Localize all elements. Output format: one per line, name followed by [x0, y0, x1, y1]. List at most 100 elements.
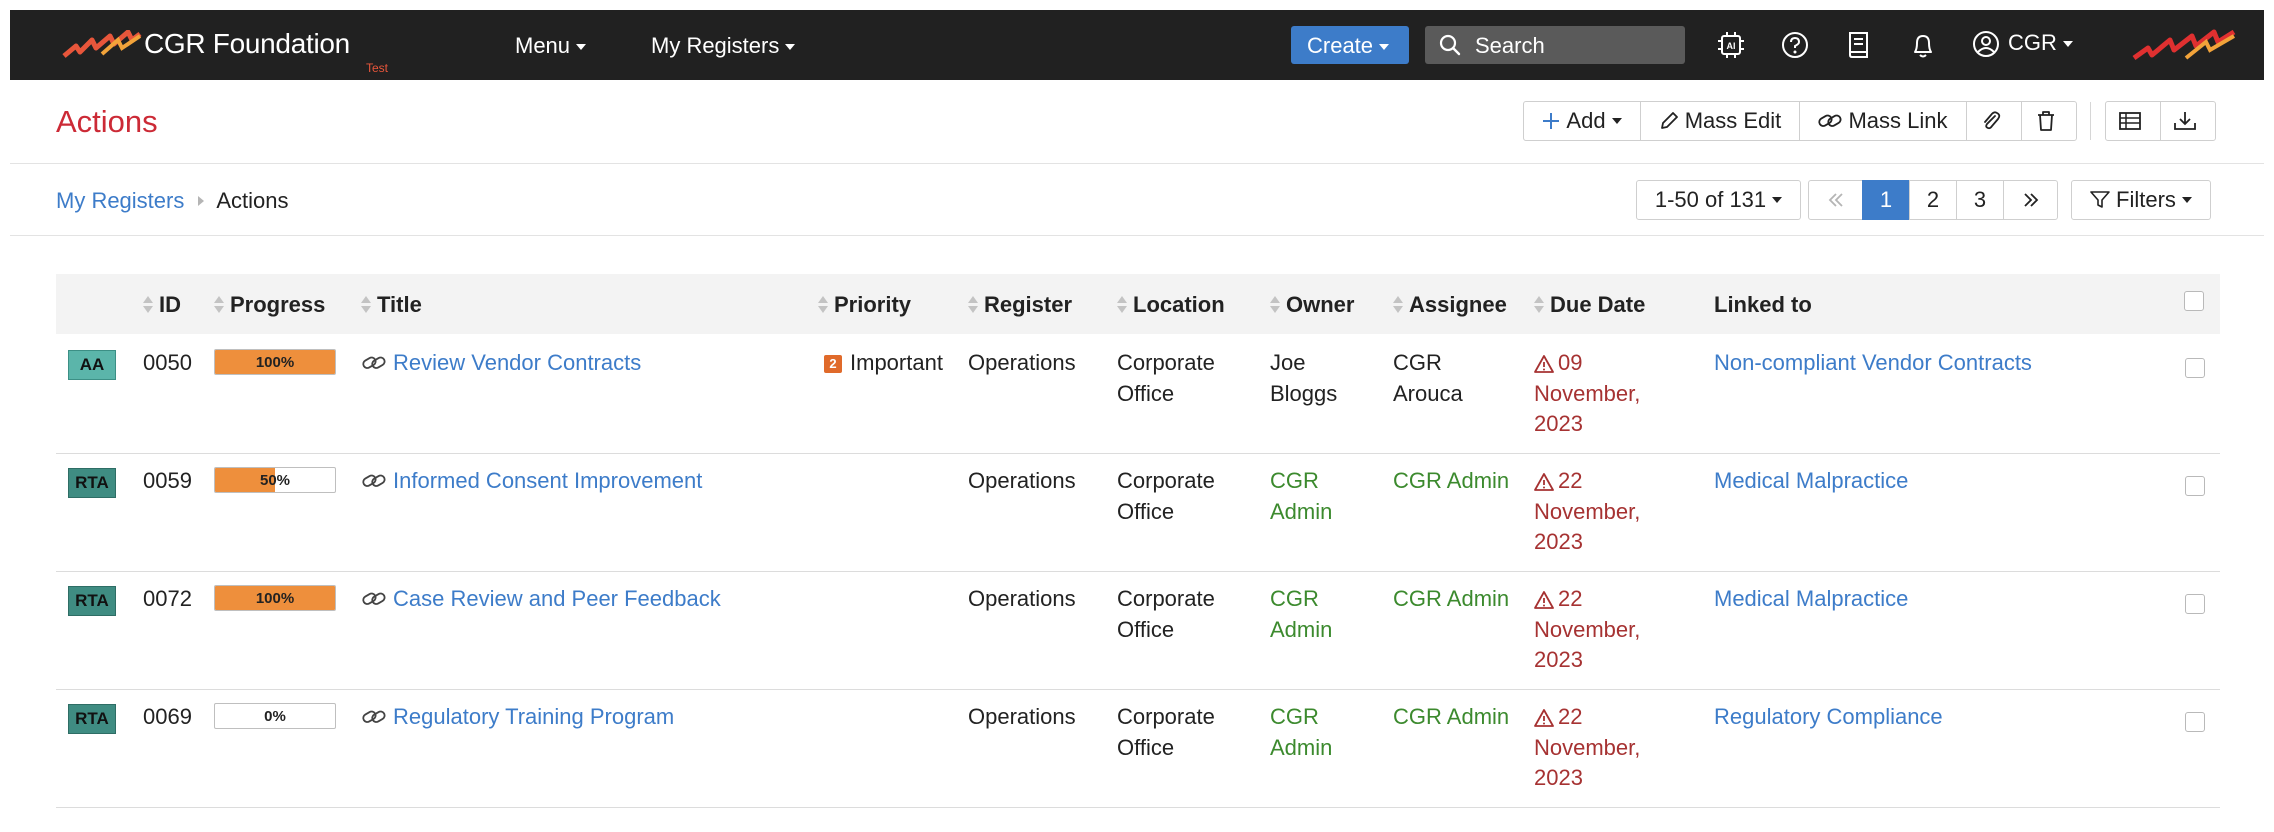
column-header-location[interactable]: Location [1117, 292, 1225, 318]
breadcrumb-my-registers[interactable]: My Registers [56, 188, 184, 213]
column-header-priority[interactable]: Priority [818, 292, 911, 318]
search-icon [1439, 34, 1461, 56]
menu-dropdown[interactable]: Menu [515, 33, 587, 59]
row-select-checkbox[interactable] [2185, 712, 2205, 732]
row-select-checkbox[interactable] [2185, 476, 2205, 496]
search-input[interactable]: Search [1425, 26, 1685, 64]
row-priority: 2 Important [824, 348, 943, 379]
column-header-linked-to: Linked to [1714, 292, 1812, 317]
row-owner: CGR Admin [1270, 468, 1333, 524]
column-header-title[interactable]: Title [361, 292, 422, 318]
table-view-button[interactable] [2105, 101, 2161, 141]
filters-button[interactable]: Filters [2071, 180, 2211, 220]
mass-edit-button[interactable]: Mass Edit [1640, 101, 1800, 141]
add-label: Add [1566, 108, 1606, 133]
header-divider [10, 163, 2264, 164]
sort-icon [1270, 295, 1281, 315]
row-location: Corporate Office [1117, 350, 1215, 406]
progress-bar: 0% [214, 703, 336, 729]
trash-icon [2038, 111, 2054, 131]
export-button[interactable] [2160, 101, 2216, 141]
link-icon [362, 356, 386, 369]
row-title: Case Review and Peer Feedback [393, 586, 721, 611]
column-header-assignee[interactable]: Assignee [1393, 292, 1507, 318]
sort-icon [361, 295, 372, 315]
column-header-progress[interactable]: Progress [214, 292, 325, 318]
mass-edit-label: Mass Edit [1684, 108, 1782, 133]
row-due-date: 22 November, 2023 [1534, 586, 1641, 672]
filters-label: Filters [2116, 187, 2176, 212]
row-linked-to[interactable]: Medical Malpractice [1714, 584, 1908, 615]
book-icon[interactable] [1844, 30, 1874, 60]
select-all-checkbox[interactable] [2184, 291, 2204, 311]
action-type-badge: RTA [68, 704, 116, 734]
pager-page-1[interactable]: 1 [1862, 180, 1910, 220]
warning-icon [1534, 473, 1554, 491]
toolbar-divider [2090, 102, 2091, 140]
link-icon [362, 474, 386, 487]
table-row[interactable]: AA 0050 100% Review Vendor Contracts 2 Im… [56, 336, 2220, 454]
paperclip-icon [1984, 111, 2001, 130]
row-owner: Joe Bloggs [1270, 350, 1338, 406]
row-title-link[interactable]: Regulatory Training Program [361, 702, 674, 733]
breadcrumb: My Registers Actions [56, 188, 289, 214]
create-button[interactable]: Create [1291, 26, 1409, 64]
row-title-link[interactable]: Informed Consent Improvement [361, 466, 702, 497]
pager-page-3[interactable]: 3 [1956, 180, 2004, 220]
pager-page-2[interactable]: 2 [1909, 180, 1957, 220]
user-menu[interactable]: CGR [1972, 30, 2073, 58]
row-select-checkbox[interactable] [2185, 358, 2205, 378]
pencil-icon [1660, 112, 1678, 129]
brand-env-label: Test [366, 61, 389, 75]
help-icon[interactable] [1780, 30, 1810, 60]
column-header-id[interactable]: ID [143, 292, 181, 318]
progress-bar: 100% [214, 585, 336, 611]
chevron-down-icon [1611, 118, 1622, 124]
row-location: Corporate Office [1117, 468, 1215, 524]
row-linked-to[interactable]: Regulatory Compliance [1714, 702, 1943, 733]
search-placeholder: Search [1475, 33, 1545, 58]
sort-icon [1393, 295, 1404, 315]
progress-label: 100% [255, 354, 295, 371]
pager-last-button[interactable] [2003, 180, 2058, 220]
link-icon [362, 592, 386, 605]
ai-chip-icon[interactable]: AI [1716, 30, 1746, 60]
row-title-link[interactable]: Case Review and Peer Feedback [361, 584, 721, 615]
row-title-link[interactable]: Review Vendor Contracts [361, 348, 641, 379]
chevron-down-icon [1379, 44, 1390, 51]
table-view-icon [2119, 112, 2141, 130]
column-header-due-date[interactable]: Due Date [1534, 292, 1645, 318]
bell-icon[interactable] [1908, 30, 1938, 60]
row-due-date: 09 November, 2023 [1534, 350, 1641, 436]
my-registers-label: My Registers [651, 33, 780, 58]
view-toolbar [2105, 101, 2216, 141]
row-title: Review Vendor Contracts [393, 350, 642, 375]
menu-label: Menu [515, 33, 571, 58]
svg-text:AI: AI [1727, 41, 1736, 51]
row-assignee: CGR Admin [1393, 586, 1510, 611]
row-due-date: 22 November, 2023 [1534, 704, 1641, 790]
progress-label: 100% [255, 590, 295, 607]
row-linked-to[interactable]: Medical Malpractice [1714, 466, 1908, 497]
top-navbar: CGR Foundation Test Menu My Registers Cr… [10, 10, 2264, 80]
row-linked-to[interactable]: Non-compliant Vendor Contracts [1714, 348, 2032, 379]
add-button[interactable]: Add [1523, 101, 1641, 141]
my-registers-dropdown[interactable]: My Registers [651, 33, 796, 59]
table-row[interactable]: RTA 0069 0% Regulatory Training Program … [56, 690, 2220, 808]
download-icon [2174, 112, 2196, 130]
page-size-dropdown[interactable]: 1-50 of 131 [1636, 180, 1801, 220]
row-owner: CGR Admin [1270, 586, 1333, 642]
user-name: CGR [2008, 30, 2057, 55]
delete-button[interactable] [2021, 101, 2077, 141]
column-header-register[interactable]: Register [968, 292, 1072, 318]
table-row[interactable]: RTA 0072 100% Case Review and Peer Feedb… [56, 572, 2220, 690]
column-header-owner[interactable]: Owner [1270, 292, 1354, 318]
row-select-checkbox[interactable] [2185, 594, 2205, 614]
progress-bar: 100% [214, 349, 336, 375]
pager-first-button[interactable] [1808, 180, 1863, 220]
mass-link-button[interactable]: Mass Link [1799, 101, 1967, 141]
table-row[interactable]: RTA 0059 50% Informed Consent Improvemen… [56, 454, 2220, 572]
chevron-down-icon [785, 44, 796, 51]
progress-label: 50% [259, 472, 291, 489]
attach-button[interactable] [1966, 101, 2022, 141]
